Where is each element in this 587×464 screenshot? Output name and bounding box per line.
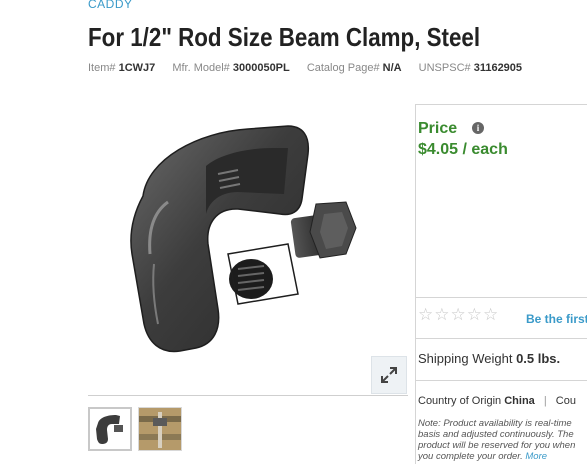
image-divider [88, 395, 408, 396]
expand-icon [381, 367, 397, 383]
unspsc-label: UNSPSC# [418, 62, 471, 74]
more-link[interactable]: More [525, 451, 547, 462]
origin-label: Country of Origin [418, 395, 502, 407]
purchase-panel: Price i $4.05 / each ☆☆☆☆☆ Be the first … [415, 104, 587, 464]
country-of-origin: Country of Origin China | Cou [418, 395, 576, 407]
note-text: Note: Product availability is real-time … [418, 418, 576, 462]
panel-divider-origin [416, 380, 587, 381]
origin-value: China [504, 395, 535, 407]
price-label: Price [418, 120, 458, 137]
product-image[interactable] [88, 104, 408, 396]
unspsc-number: 31162905 [473, 62, 523, 74]
availability-note: Note: Product availability is real-time … [418, 418, 587, 462]
thumbnail-1[interactable] [88, 407, 132, 451]
shipping-weight: Shipping Weight 0.5 lbs. [418, 351, 560, 366]
rating-stars[interactable]: ☆☆☆☆☆ [418, 305, 499, 325]
shipping-label: Shipping Weight [418, 351, 513, 366]
product-meta: Item# 1CWJ7 Mfr. Model# 3000050PL Catalo… [88, 62, 536, 74]
brand-link[interactable]: CADDY [88, 0, 133, 11]
model-label: Mfr. Model# [172, 62, 230, 74]
model-number: 3000050PL [232, 62, 290, 74]
catalog-label: Catalog Page# [306, 62, 380, 74]
origin-separator: | [543, 395, 547, 407]
catalog-page: N/A [382, 62, 402, 74]
thumbnail-2[interactable] [138, 407, 182, 451]
product-image-area [88, 104, 408, 396]
panel-divider-rating [416, 297, 587, 298]
product-title: For 1/2" Rod Size Beam Clamp, Steel [88, 22, 481, 52]
shipping-value: 0.5 lbs. [516, 351, 561, 366]
item-label: Item# [88, 62, 116, 74]
panel-divider-shipping [416, 338, 587, 339]
origin-extra: Cou [555, 395, 576, 407]
price-value: $4.05 / each [418, 141, 508, 158]
panel-divider-top [416, 104, 587, 105]
expand-image-button[interactable] [371, 356, 407, 394]
info-icon[interactable]: i [472, 122, 484, 134]
item-number: 1CWJ7 [118, 62, 156, 74]
review-link[interactable]: Be the first [526, 312, 587, 326]
